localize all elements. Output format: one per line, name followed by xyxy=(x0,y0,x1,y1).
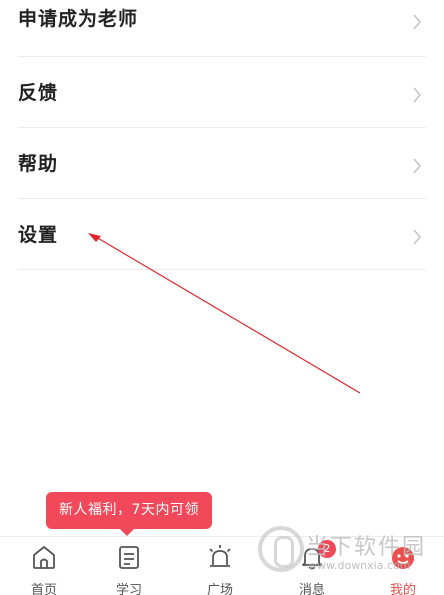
menu-item-label: 帮助 xyxy=(18,153,59,175)
plaza-alarm-icon xyxy=(209,545,231,567)
tab-study[interactable]: 学习 xyxy=(85,537,173,595)
menu-item-help[interactable]: 帮助 xyxy=(18,128,426,199)
tab-mine[interactable]: 我的 xyxy=(359,537,444,595)
menu-item-apply-teacher[interactable]: 申请成为老师 xyxy=(18,0,426,57)
chevron-right-icon xyxy=(413,87,421,103)
tab-home[interactable]: 首页 xyxy=(0,537,88,595)
bottom-tab-bar: 首页 学习 广场 2 消息 我的 xyxy=(0,536,444,595)
menu-item-label: 申请成为老师 xyxy=(18,8,139,30)
menu-item-label: 反馈 xyxy=(18,82,59,104)
new-user-benefit-tooltip[interactable]: 新人福利，7天内可领 xyxy=(46,492,212,536)
tab-plaza[interactable]: 广场 xyxy=(176,537,264,595)
tab-label: 首页 xyxy=(30,583,57,595)
chevron-right-icon xyxy=(413,158,421,174)
home-icon xyxy=(33,546,55,569)
tab-label: 学习 xyxy=(115,583,142,595)
chevron-right-icon xyxy=(413,229,421,245)
study-book-icon xyxy=(119,546,139,569)
tab-label: 我的 xyxy=(389,583,416,595)
menu-item-label: 设置 xyxy=(18,224,59,246)
chevron-right-icon xyxy=(413,14,421,30)
settings-menu-list: 申请成为老师 反馈 帮助 设置 xyxy=(0,0,444,270)
unread-count-badge: 2 xyxy=(318,540,336,558)
tab-messages[interactable]: 2 消息 xyxy=(268,537,356,595)
menu-item-settings[interactable]: 设置 xyxy=(18,199,426,270)
menu-item-feedback[interactable]: 反馈 xyxy=(18,57,426,128)
tab-label: 消息 xyxy=(298,583,325,595)
tab-label: 广场 xyxy=(206,583,233,595)
profile-face-icon xyxy=(392,547,414,569)
